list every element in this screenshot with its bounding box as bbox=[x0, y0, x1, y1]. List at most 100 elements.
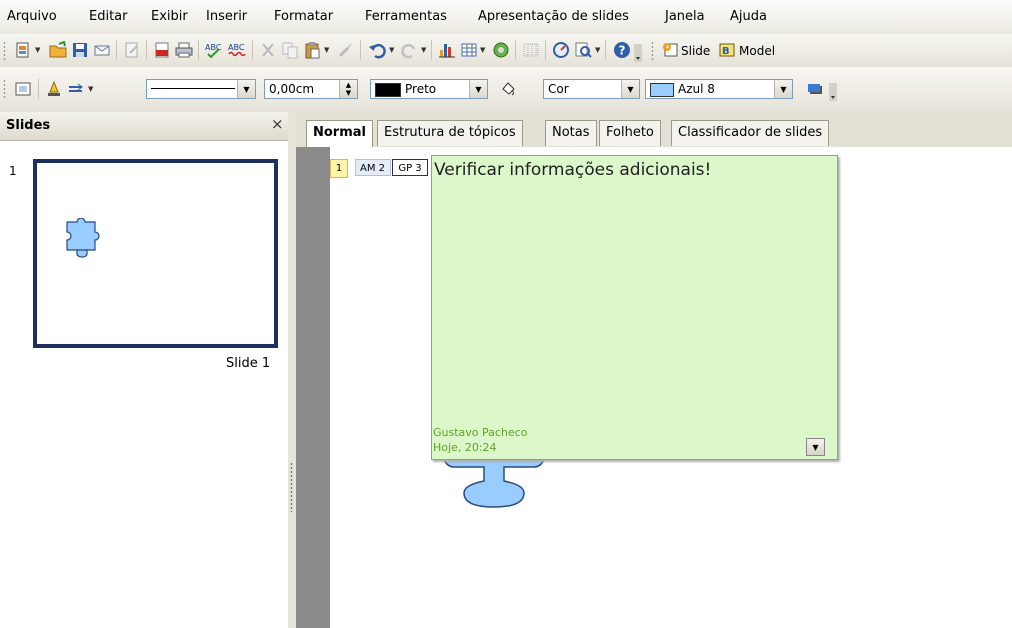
menu-exibir[interactable]: Exibir bbox=[151, 9, 188, 24]
line-style-preview bbox=[151, 88, 235, 89]
tab-notes[interactable]: Notas bbox=[545, 120, 597, 146]
separator bbox=[360, 40, 361, 60]
redo-dropdown-icon[interactable]: ▼ bbox=[421, 46, 426, 54]
copy-icon[interactable] bbox=[279, 39, 301, 61]
slides-pane-header: Slides × bbox=[0, 112, 288, 141]
chevron-down-icon[interactable]: ▼ bbox=[469, 80, 487, 98]
email-icon[interactable] bbox=[91, 39, 113, 61]
line-style-icon[interactable] bbox=[43, 78, 65, 100]
chevron-down-icon: ▼ bbox=[812, 442, 819, 452]
chart-icon[interactable] bbox=[436, 39, 458, 61]
gallery-icon[interactable] bbox=[490, 39, 512, 61]
export-pdf-icon[interactable] bbox=[151, 39, 173, 61]
standard-toolbar: ▼ ABC ABC ▼ ▼ ▼ ▼ ▼ ? Slide B Model bbox=[0, 34, 1012, 68]
comment-menu-button[interactable]: ▼ bbox=[806, 438, 825, 456]
line-width-field[interactable]: 0,00cm ▲ ▼ bbox=[264, 79, 358, 99]
auto-spellcheck-icon[interactable]: ABC bbox=[226, 39, 248, 61]
comment-tag-gp[interactable]: GP 3 bbox=[392, 159, 428, 176]
redo-icon[interactable] bbox=[399, 39, 421, 61]
slide-button-label[interactable]: Slide bbox=[681, 44, 710, 58]
navigator-icon[interactable] bbox=[550, 39, 572, 61]
menu-formatar[interactable]: Formatar bbox=[274, 9, 333, 24]
tab-slide-sorter[interactable]: Classificador de slides bbox=[671, 120, 830, 146]
help-icon[interactable]: ? bbox=[611, 39, 633, 61]
line-width-value: 0,00cm bbox=[269, 82, 315, 96]
line-color-swatch bbox=[375, 83, 401, 97]
svg-text:ABC: ABC bbox=[228, 43, 245, 52]
spellcheck-icon[interactable]: ABC bbox=[203, 39, 225, 61]
svg-text:?: ? bbox=[619, 44, 626, 58]
toolbar-grip[interactable] bbox=[3, 79, 6, 99]
separator bbox=[545, 40, 546, 60]
slide-design-icon[interactable]: B bbox=[716, 39, 738, 61]
new-document-icon[interactable] bbox=[12, 39, 34, 61]
chevron-down-icon[interactable]: ▼ bbox=[774, 80, 792, 98]
tab-outline[interactable]: Estrutura de tópicos bbox=[377, 120, 523, 146]
line-width-spin-icon[interactable]: ▲ ▼ bbox=[339, 80, 357, 98]
menu-arquivo[interactable]: Arquivo bbox=[7, 9, 57, 24]
comment-text[interactable]: Verificar informações adicionais! bbox=[434, 160, 711, 180]
chevron-down-icon[interactable]: ▼ bbox=[621, 80, 639, 98]
chevron-down-icon[interactable]: ▼ bbox=[237, 80, 255, 98]
close-icon[interactable]: × bbox=[271, 115, 284, 133]
view-tabs-bar: Normal Estrutura de tópicos Notas Folhet… bbox=[296, 112, 1012, 148]
new-slide-icon[interactable] bbox=[659, 39, 681, 61]
line-color-value: Preto bbox=[405, 82, 437, 96]
fill-color-swatch bbox=[650, 83, 674, 97]
paste-icon[interactable] bbox=[301, 39, 323, 61]
menu-inserir[interactable]: Inserir bbox=[206, 9, 247, 24]
zoom-dropdown-icon[interactable]: ▼ bbox=[595, 46, 600, 54]
grid-icon[interactable] bbox=[520, 39, 542, 61]
new-dropdown-icon[interactable]: ▼ bbox=[35, 46, 40, 54]
fill-type-select[interactable]: Cor ▼ bbox=[543, 79, 640, 99]
menu-janela[interactable]: Janela bbox=[665, 9, 705, 24]
arrow-style-icon[interactable] bbox=[65, 78, 87, 100]
menu-apresentacao[interactable]: Apresentação de slides bbox=[478, 9, 629, 24]
toolbar-grip[interactable] bbox=[651, 41, 654, 61]
menu-ajuda[interactable]: Ajuda bbox=[730, 9, 767, 24]
comment-note[interactable]: Verificar informações adicionais! Gustav… bbox=[431, 155, 838, 460]
table-dropdown-icon[interactable]: ▼ bbox=[480, 46, 485, 54]
separator bbox=[515, 40, 516, 60]
separator bbox=[38, 79, 39, 99]
cut-icon[interactable] bbox=[257, 39, 279, 61]
zoom-icon[interactable] bbox=[572, 39, 594, 61]
save-icon[interactable] bbox=[69, 39, 91, 61]
toolbar-overflow-icon[interactable] bbox=[828, 81, 838, 103]
fill-color-value: Azul 8 bbox=[678, 82, 715, 96]
undo-icon[interactable] bbox=[366, 39, 388, 61]
line-color-select[interactable]: Preto ▼ bbox=[370, 79, 488, 99]
undo-dropdown-icon[interactable]: ▼ bbox=[389, 46, 394, 54]
slides-pane: Slides × 1 Slide 1 bbox=[0, 112, 289, 628]
toolbar-overflow-icon[interactable] bbox=[633, 42, 643, 64]
area-style-icon[interactable] bbox=[12, 78, 34, 100]
clone-formatting-icon[interactable] bbox=[335, 39, 357, 61]
fill-bucket-icon[interactable] bbox=[497, 78, 519, 100]
paste-dropdown-icon[interactable]: ▼ bbox=[324, 46, 329, 54]
slide-canvas[interactable]: 1 AM 2 GP 3 Verificar informações adicio… bbox=[330, 147, 1012, 628]
separator bbox=[116, 40, 117, 60]
print-icon[interactable] bbox=[173, 39, 195, 61]
shadow-icon[interactable] bbox=[804, 78, 826, 100]
menu-editar[interactable]: Editar bbox=[89, 9, 128, 24]
separator bbox=[198, 40, 199, 60]
toolbar-grip[interactable] bbox=[3, 41, 6, 61]
separator bbox=[146, 40, 147, 60]
svg-text:ABC: ABC bbox=[205, 43, 222, 52]
comment-tag-am[interactable]: AM 2 bbox=[355, 159, 391, 176]
table-icon[interactable] bbox=[458, 39, 480, 61]
menu-ferramentas[interactable]: Ferramentas bbox=[365, 9, 447, 24]
separator bbox=[431, 40, 432, 60]
line-style-select[interactable]: ▼ bbox=[146, 79, 256, 99]
separator bbox=[605, 40, 606, 60]
open-folder-icon[interactable] bbox=[47, 39, 69, 61]
slide-thumbnail[interactable] bbox=[33, 159, 278, 348]
menu-bar: Arquivo Editar Exibir Inserir Formatar F… bbox=[0, 0, 1012, 34]
slide-number: 1 bbox=[9, 164, 17, 178]
fill-color-select[interactable]: Azul 8 ▼ bbox=[645, 79, 793, 99]
tab-handout[interactable]: Folheto bbox=[599, 120, 661, 146]
model-button-label[interactable]: Model bbox=[739, 44, 775, 58]
edit-file-icon[interactable] bbox=[121, 39, 143, 61]
arrow-style-dropdown-icon[interactable]: ▼ bbox=[88, 85, 93, 93]
tab-normal[interactable]: Normal bbox=[306, 120, 373, 147]
